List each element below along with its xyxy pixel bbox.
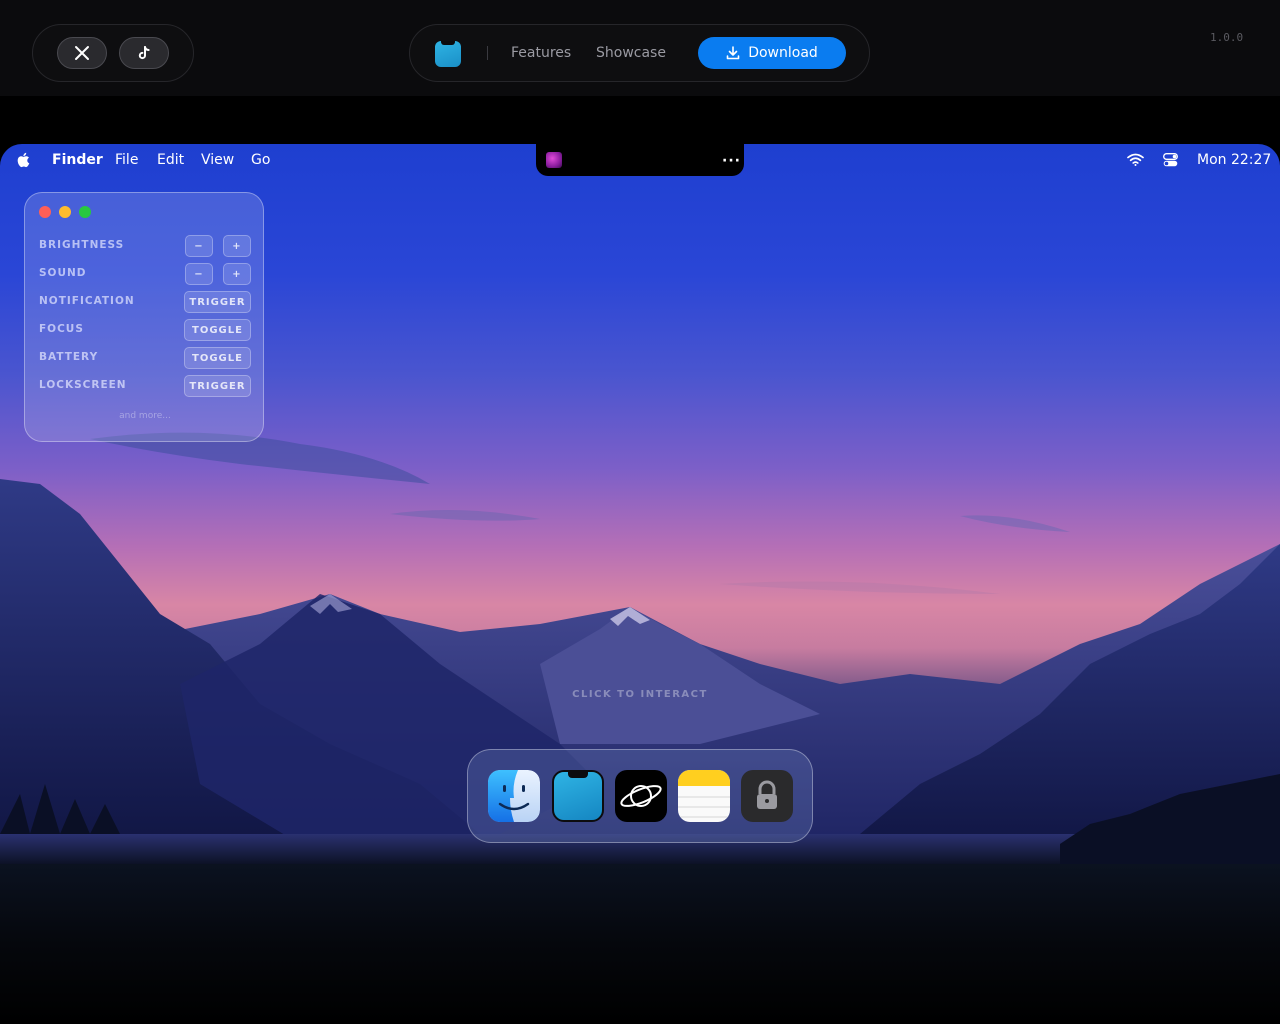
- notification-trigger-button[interactable]: TRIGGER: [184, 291, 251, 313]
- sound-label: SOUND: [39, 267, 87, 279]
- dock-notes[interactable]: [678, 770, 730, 822]
- nav-divider: [487, 46, 488, 60]
- tiktok-link-button[interactable]: [119, 37, 169, 69]
- apple-logo-icon[interactable]: [16, 152, 30, 168]
- control-panel-window: BRIGHTNESS − + SOUND − + NOTIFICATION TR…: [24, 192, 264, 442]
- lock-icon: [757, 780, 777, 809]
- page-bottom-fade: [0, 864, 1280, 1024]
- zoom-window-button[interactable]: [79, 206, 91, 218]
- sound-increase-button[interactable]: +: [223, 263, 251, 285]
- click-to-interact-hint: CLICK TO INTERACT: [572, 689, 708, 700]
- menu-view[interactable]: View: [201, 152, 234, 168]
- desktop-preview[interactable]: Finder File Edit View Go Mon 22:27 ··· B…: [0, 144, 1280, 864]
- focus-row: FOCUS TOGGLE: [39, 319, 251, 341]
- finder-icon: [488, 770, 540, 822]
- dock-notch-app[interactable]: [552, 770, 604, 822]
- battery-row: BATTERY TOGGLE: [39, 347, 251, 369]
- x-logo-icon: [75, 46, 89, 60]
- close-window-button[interactable]: [39, 206, 51, 218]
- saturn-icon: [620, 785, 662, 807]
- site-header: Features Showcase Download 1.0.0: [0, 0, 1280, 96]
- download-label: Download: [748, 45, 818, 61]
- sound-decrease-button[interactable]: −: [185, 263, 213, 285]
- nav-showcase-link[interactable]: Showcase: [596, 45, 666, 61]
- app-logo-icon[interactable]: [435, 41, 461, 67]
- download-icon: [726, 46, 740, 60]
- wifi-icon[interactable]: [1127, 153, 1144, 166]
- control-center-icon[interactable]: [1163, 153, 1178, 167]
- dock-finder[interactable]: [488, 770, 540, 822]
- notch-more-button[interactable]: ···: [722, 153, 741, 169]
- menu-finder[interactable]: Finder: [52, 152, 103, 168]
- focus-toggle-button[interactable]: TOGGLE: [184, 319, 251, 341]
- dock-saturn-app[interactable]: [615, 770, 667, 822]
- battery-label: BATTERY: [39, 351, 99, 363]
- brightness-increase-button[interactable]: +: [223, 235, 251, 257]
- menu-file[interactable]: File: [115, 152, 138, 168]
- notification-label: NOTIFICATION: [39, 295, 135, 307]
- lockscreen-label: LOCKSCREEN: [39, 379, 127, 391]
- nav-features-link[interactable]: Features: [511, 45, 571, 61]
- brightness-label: BRIGHTNESS: [39, 239, 125, 251]
- lockscreen-row: LOCKSCREEN TRIGGER: [39, 375, 251, 397]
- tiktok-logo-icon: [138, 46, 150, 60]
- notes-icon: [678, 770, 730, 818]
- lockscreen-trigger-button[interactable]: TRIGGER: [184, 375, 251, 397]
- brightness-decrease-button[interactable]: −: [185, 235, 213, 257]
- dynamic-notch[interactable]: ···: [536, 144, 744, 176]
- social-links: [32, 24, 194, 82]
- minimize-window-button[interactable]: [59, 206, 71, 218]
- menu-edit[interactable]: Edit: [157, 152, 184, 168]
- download-button[interactable]: Download: [698, 37, 846, 69]
- sound-row: SOUND − +: [39, 263, 251, 285]
- album-art-icon: [546, 152, 562, 168]
- dock-lock[interactable]: [741, 770, 793, 822]
- focus-label: FOCUS: [39, 323, 84, 335]
- battery-toggle-button[interactable]: TOGGLE: [184, 347, 251, 369]
- x-link-button[interactable]: [57, 37, 107, 69]
- brightness-row: BRIGHTNESS − +: [39, 235, 251, 257]
- notification-row: NOTIFICATION TRIGGER: [39, 291, 251, 313]
- menu-go[interactable]: Go: [251, 152, 270, 168]
- site-nav: Features Showcase Download: [409, 24, 870, 82]
- and-more-text: and more...: [119, 411, 171, 421]
- version-label: 1.0.0: [1210, 31, 1244, 44]
- menu-clock[interactable]: Mon 22:27: [1197, 152, 1271, 168]
- dock: [467, 749, 813, 843]
